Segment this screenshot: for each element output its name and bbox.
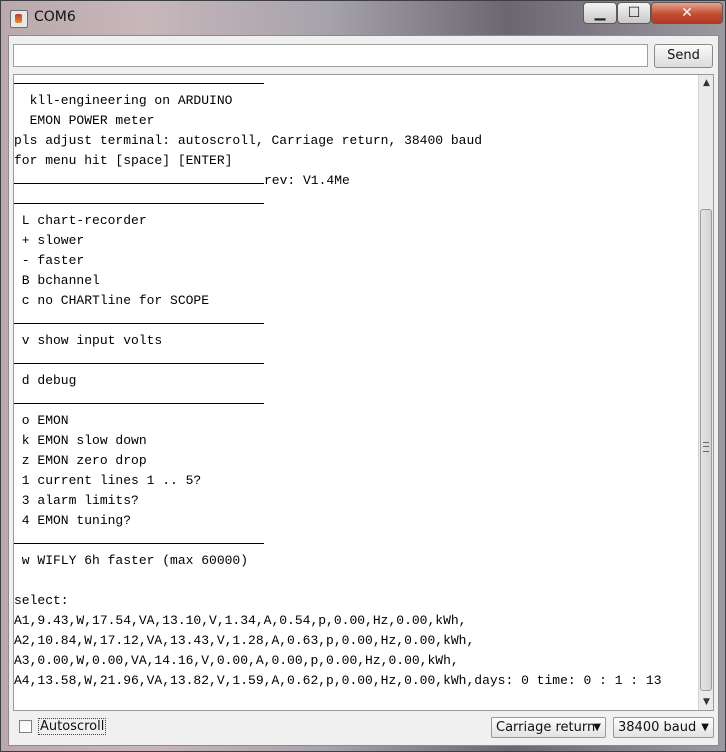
footer-bar: Autoscroll Carriage return ▼ 38400 baud … xyxy=(9,712,718,745)
title-bar[interactable]: COM6 ▁ ☐ ✕ xyxy=(1,1,725,35)
terminal-line: A4,13.58,W,21.96,VA,13.82,V,1.59,A,0.62,… xyxy=(14,673,662,688)
terminal-line: pls adjust terminal: autoscroll, Carriag… xyxy=(14,133,483,148)
autoscroll-checkbox[interactable] xyxy=(19,720,32,733)
separator-line xyxy=(14,203,264,204)
terminal-line xyxy=(14,75,698,91)
baud-rate-select[interactable]: 38400 baud ▼ xyxy=(613,717,714,738)
grip-icon xyxy=(703,442,709,452)
terminal-line: z EMON zero drop xyxy=(14,453,147,468)
terminal-line: for menu hit [space] [ENTER] xyxy=(14,153,233,168)
terminal-line: d debug xyxy=(14,373,77,388)
scrollbar-thumb[interactable] xyxy=(700,209,712,691)
separator-line xyxy=(14,323,264,324)
terminal-line: v show input volts xyxy=(14,333,163,348)
terminal-line: select: xyxy=(14,593,69,608)
terminal-line: EMON POWER meter xyxy=(14,113,155,128)
terminal-line: c no CHARTline for SCOPE xyxy=(14,293,210,308)
serial-output[interactable]: kll-engineering on ARDUINO EMON POWER me… xyxy=(14,75,698,710)
terminal-line: 1 current lines 1 .. 5? xyxy=(14,473,202,488)
terminal-line: kll-engineering on ARDUINO xyxy=(14,93,233,108)
window-title: COM6 xyxy=(34,9,76,25)
serial-monitor-window: COM6 ▁ ☐ ✕ Send kll-engineering on ARDUI… xyxy=(0,0,726,752)
chevron-down-icon: ▼ xyxy=(701,722,709,733)
terminal-line: rev: V1.4Me xyxy=(14,171,698,191)
autoscroll-label[interactable]: Autoscroll xyxy=(38,718,107,735)
maximize-button[interactable]: ☐ xyxy=(617,2,651,24)
terminal-line xyxy=(14,531,698,551)
separator-line xyxy=(14,543,264,544)
terminal-line xyxy=(14,351,698,371)
terminal-line xyxy=(14,391,698,411)
output-lines: kll-engineering on ARDUINO EMON POWER me… xyxy=(14,75,698,691)
vertical-scrollbar[interactable]: ▲ ▼ xyxy=(698,75,713,710)
separator-line xyxy=(14,403,264,404)
terminal-line: B bchannel xyxy=(14,273,100,288)
java-app-icon xyxy=(10,10,28,28)
line-ending-value: Carriage return xyxy=(496,720,596,735)
terminal-line: - faster xyxy=(14,253,85,268)
terminal-line: L chart-recorder xyxy=(14,213,147,228)
terminal-line-text: rev: V1.4Me xyxy=(264,173,350,188)
client-area: Send kll-engineering on ARDUINO EMON POW… xyxy=(8,35,719,746)
baud-rate-value: 38400 baud xyxy=(618,720,697,735)
send-input[interactable] xyxy=(13,44,648,67)
close-button[interactable]: ✕ xyxy=(651,2,723,24)
terminal-line xyxy=(14,311,698,331)
separator-line xyxy=(14,183,264,184)
terminal-line: 4 EMON tuning? xyxy=(14,513,132,528)
terminal-line: A1,9.43,W,17.54,VA,13.10,V,1.34,A,0.54,p… xyxy=(14,613,467,628)
terminal-line: + slower xyxy=(14,233,85,248)
send-button[interactable]: Send xyxy=(654,44,713,68)
terminal-line: w WIFLY 6h faster (max 60000) xyxy=(14,553,249,568)
separator-line xyxy=(14,83,264,84)
terminal-line: k EMON slow down xyxy=(14,433,147,448)
terminal-frame: kll-engineering on ARDUINO EMON POWER me… xyxy=(13,74,714,711)
terminal-line: 3 alarm limits? xyxy=(14,493,139,508)
separator-line xyxy=(14,363,264,364)
send-bar: Send xyxy=(9,36,718,72)
line-ending-select[interactable]: Carriage return ▼ xyxy=(491,717,606,738)
scroll-down-arrow-icon[interactable]: ▼ xyxy=(699,694,714,710)
terminal-line xyxy=(14,191,698,211)
chevron-down-icon: ▼ xyxy=(593,722,601,733)
terminal-line: A2,10.84,W,17.12,VA,13.43,V,1.28,A,0.63,… xyxy=(14,633,475,648)
minimize-button[interactable]: ▁ xyxy=(583,2,617,24)
terminal-line: A3,0.00,W,0.00,VA,14.16,V,0.00,A,0.00,p,… xyxy=(14,653,459,668)
scroll-up-arrow-icon[interactable]: ▲ xyxy=(699,75,714,91)
terminal-line: o EMON xyxy=(14,413,69,428)
